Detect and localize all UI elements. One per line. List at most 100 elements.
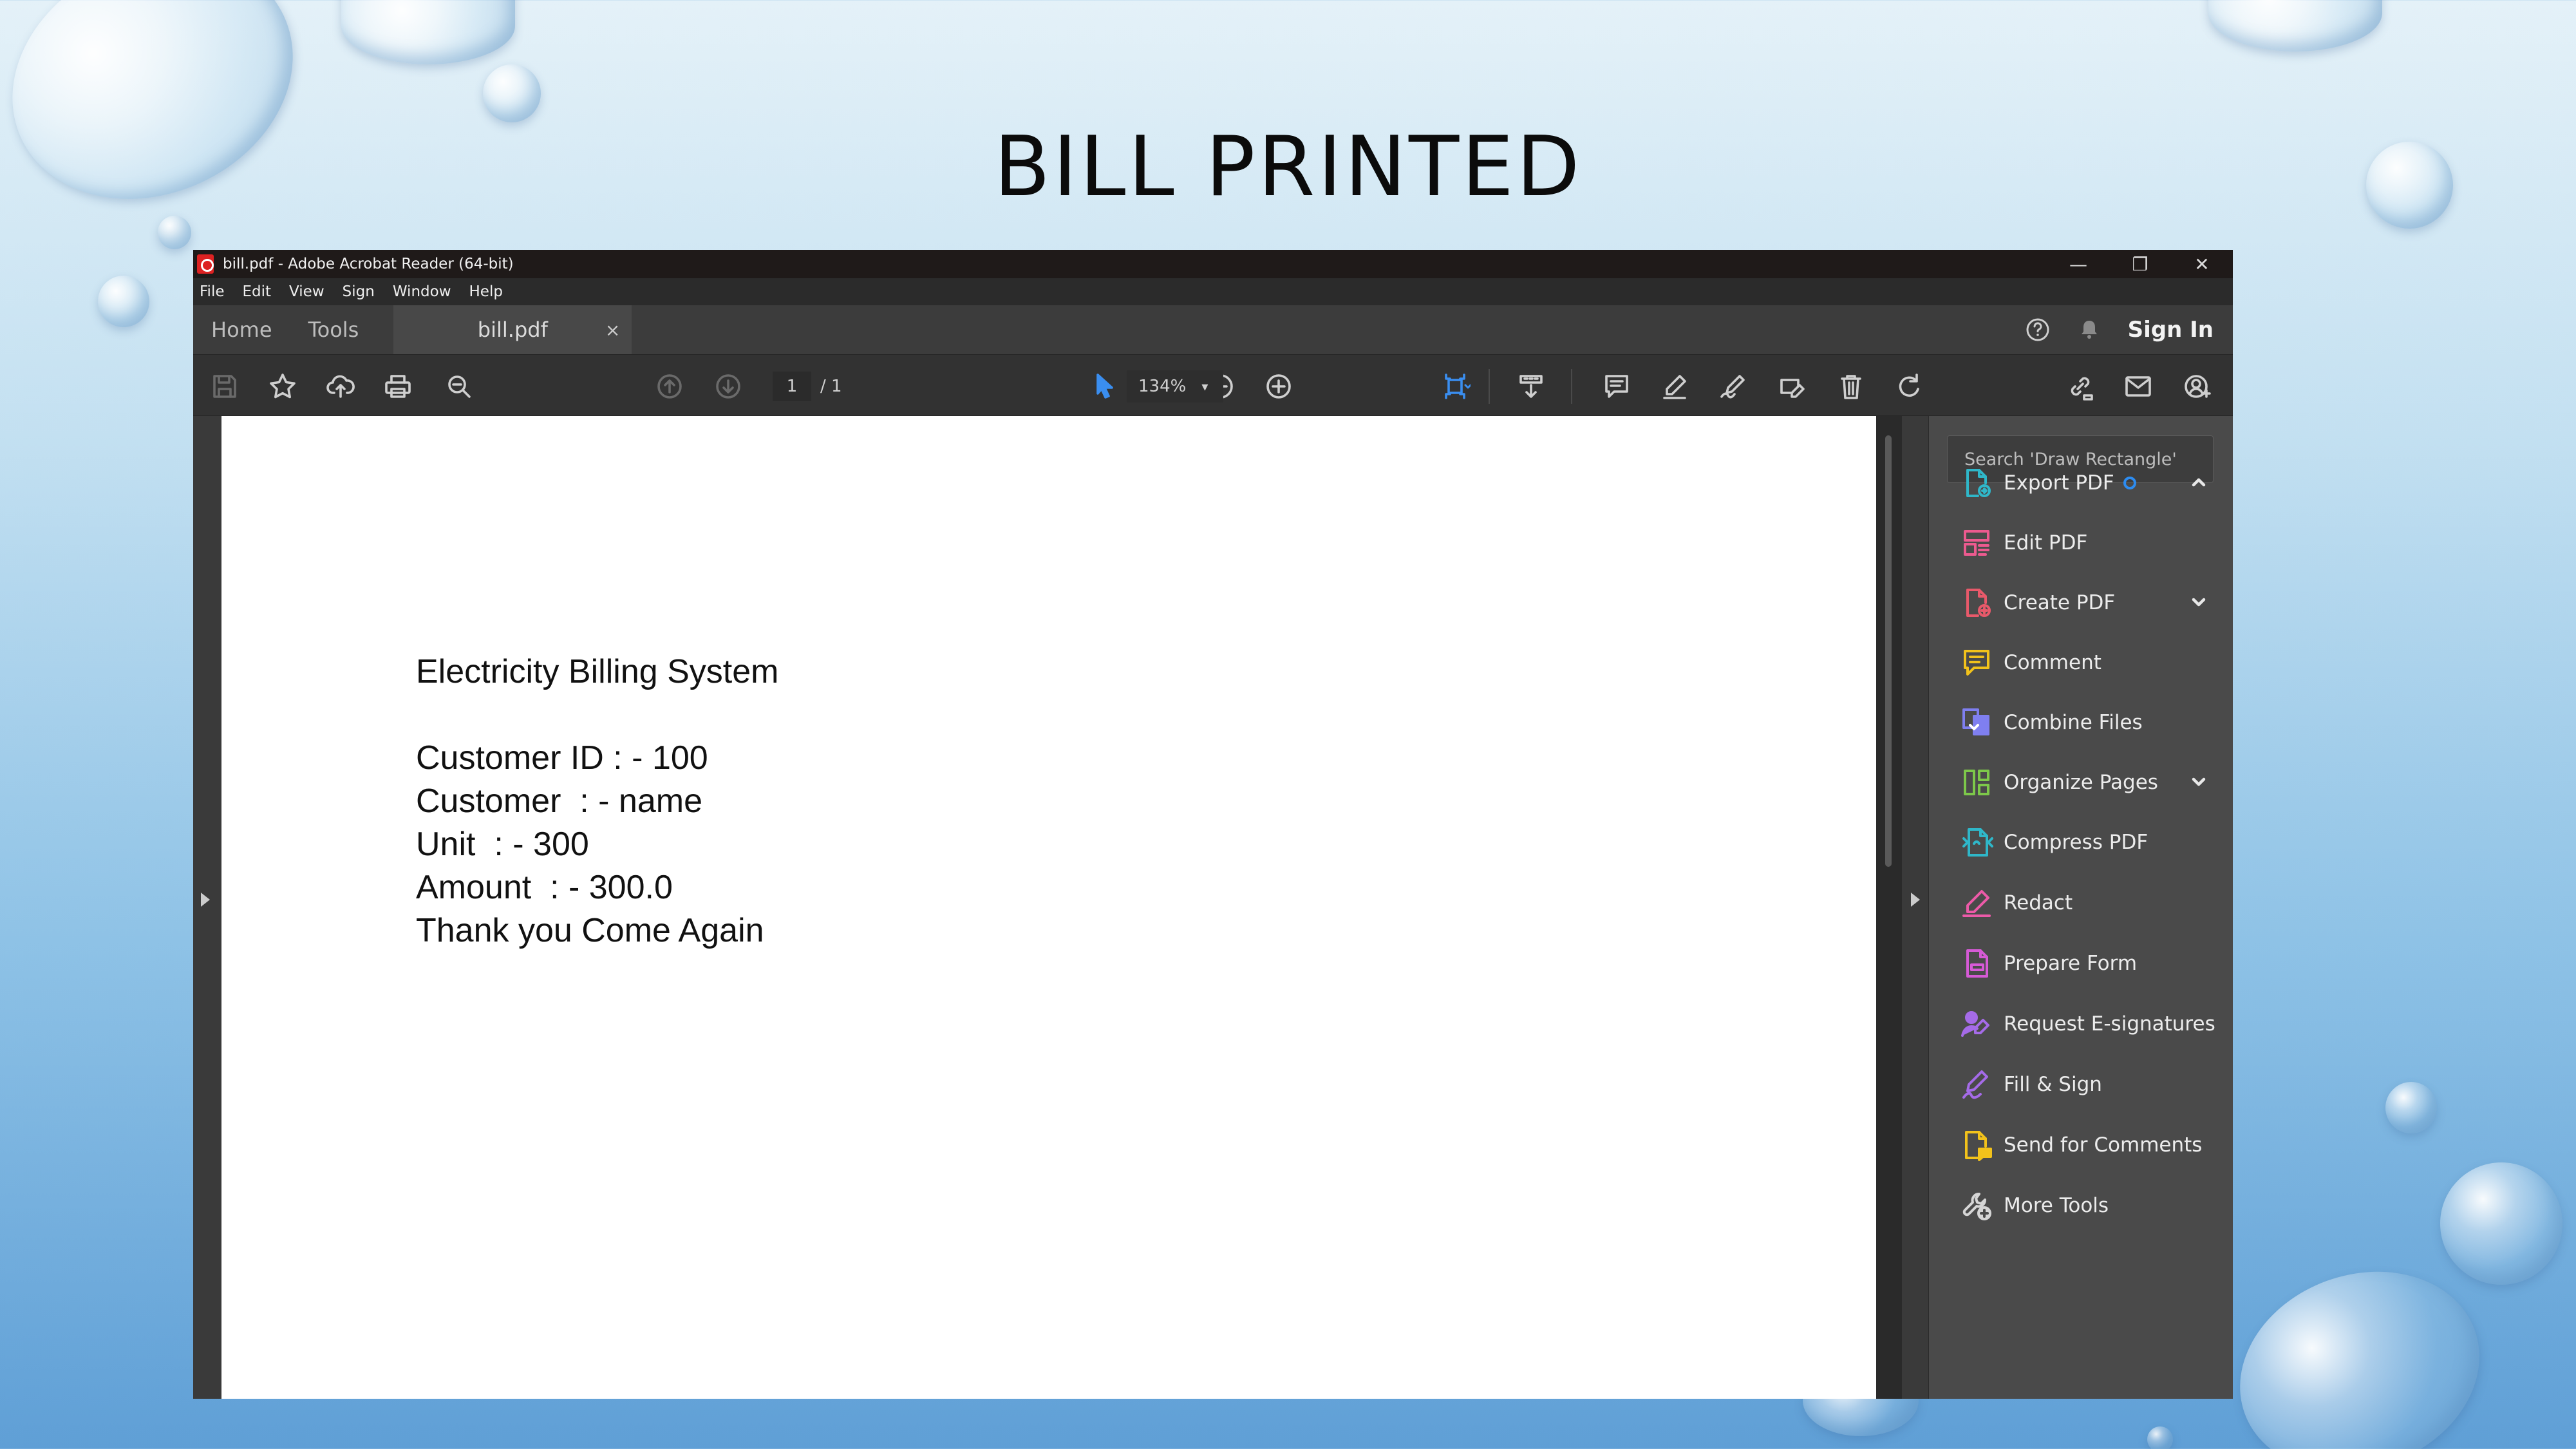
acrobat-window: bill.pdf - Adobe Acrobat Reader (64-bit)… bbox=[193, 250, 2233, 1399]
add-comment-icon[interactable] bbox=[1601, 370, 1633, 402]
upload-cloud-icon[interactable] bbox=[324, 370, 357, 402]
tab-bar: Home Tools bill.pdf × Sign In bbox=[193, 305, 2233, 354]
right-panel-toggle[interactable] bbox=[1902, 416, 1929, 1399]
vertical-scrollbar[interactable] bbox=[1876, 416, 1902, 1399]
tool-combine-files[interactable]: Combine Files bbox=[1959, 703, 2216, 742]
notification-bell-icon[interactable] bbox=[2076, 317, 2102, 343]
pdf-app-icon bbox=[197, 254, 214, 274]
zoom-level-value: 134% bbox=[1138, 377, 1187, 396]
tool-organize-pages[interactable]: Organize Pages bbox=[1959, 763, 2216, 802]
share-link-icon[interactable] bbox=[2064, 370, 2096, 402]
compress-pdf-icon bbox=[1959, 824, 1995, 860]
signature-pen-icon[interactable] bbox=[1717, 370, 1749, 402]
toolbar-separator bbox=[1489, 369, 1490, 404]
tool-label: Request E-signatures bbox=[2004, 1012, 2215, 1036]
tool-label: Organize Pages bbox=[2004, 771, 2158, 794]
scroll-mode-icon[interactable] bbox=[1515, 370, 1547, 402]
doc-line: Customer ID : - 100 bbox=[416, 739, 708, 777]
fill-sign-edit-icon[interactable] bbox=[1776, 370, 1808, 402]
doc-line: Customer : - name bbox=[416, 782, 703, 820]
tool-fill-sign[interactable]: Fill & Sign bbox=[1959, 1065, 2216, 1104]
tool-create-pdf[interactable]: Create PDF bbox=[1959, 583, 2216, 622]
water-droplet bbox=[2147, 1426, 2173, 1449]
expand-arrow-icon bbox=[201, 893, 210, 907]
print-icon[interactable] bbox=[382, 370, 414, 402]
comment-icon bbox=[1959, 645, 1995, 681]
chevron-down-icon: ▾ bbox=[1201, 379, 1208, 394]
tool-prepare-form[interactable]: Prepare Form bbox=[1959, 944, 2216, 983]
chevron-down-icon[interactable] bbox=[2189, 772, 2208, 791]
request-esignatures-icon bbox=[1959, 1006, 1995, 1042]
page-navigator: 1 / 1 bbox=[773, 370, 842, 402]
menu-sign[interactable]: Sign bbox=[343, 283, 375, 300]
tool-label: Comment bbox=[2004, 651, 2101, 674]
zoom-level-dropdown[interactable]: 134% ▾ bbox=[1127, 370, 1223, 402]
menu-window[interactable]: Window bbox=[393, 283, 451, 300]
rotate-icon[interactable] bbox=[1893, 370, 1925, 402]
tool-label: Compress PDF bbox=[2004, 831, 2148, 854]
water-droplet bbox=[483, 64, 541, 122]
prepare-form-icon bbox=[1959, 945, 1995, 981]
share-user-icon[interactable] bbox=[2181, 370, 2214, 402]
scrollbar-thumb[interactable] bbox=[1885, 435, 1892, 867]
redact-icon bbox=[1959, 885, 1995, 921]
doc-line: Unit : - 300 bbox=[416, 826, 589, 863]
toolbar-separator bbox=[1571, 369, 1572, 404]
previous-page-icon[interactable] bbox=[653, 370, 686, 402]
fit-page-icon[interactable] bbox=[1439, 370, 1471, 402]
email-icon[interactable] bbox=[2122, 370, 2154, 402]
restore-button[interactable]: ❐ bbox=[2109, 250, 2171, 278]
document-text: Electricity Billing System Customer ID :… bbox=[416, 650, 778, 952]
tool-comment[interactable]: Comment bbox=[1959, 643, 2216, 682]
tool-label: Prepare Form bbox=[2004, 952, 2138, 975]
delete-trash-icon[interactable] bbox=[1835, 370, 1867, 402]
zoom-in-icon[interactable] bbox=[1263, 370, 1295, 402]
select-cursor-icon[interactable] bbox=[1088, 370, 1120, 402]
chevron-down-icon[interactable] bbox=[2189, 592, 2208, 612]
tool-label: Combine Files bbox=[2004, 711, 2143, 734]
close-window-button[interactable]: ✕ bbox=[2171, 250, 2233, 278]
tool-edit-pdf[interactable]: Edit PDF bbox=[1959, 524, 2216, 562]
left-panel-toggle[interactable] bbox=[193, 416, 221, 1399]
pdf-page: Electricity Billing System Customer ID :… bbox=[221, 416, 1876, 1399]
menu-bar: File Edit View Sign Window Help bbox=[193, 278, 2233, 305]
save-icon[interactable] bbox=[209, 370, 241, 402]
current-page-input[interactable]: 1 bbox=[773, 372, 811, 401]
minimize-button[interactable]: — bbox=[2047, 250, 2109, 278]
tab-tools[interactable]: Tools bbox=[290, 305, 377, 354]
tab-home[interactable]: Home bbox=[193, 305, 290, 354]
sign-in-button[interactable]: Sign In bbox=[2128, 317, 2214, 343]
menu-edit[interactable]: Edit bbox=[243, 283, 272, 300]
highlight-pen-icon[interactable] bbox=[1659, 370, 1691, 402]
tools-panel: Search 'Draw Rectangle' Export PDF Edit … bbox=[1929, 416, 2233, 1399]
tool-more-tools[interactable]: More Tools bbox=[1959, 1186, 2216, 1225]
tab-document[interactable]: bill.pdf × bbox=[393, 305, 632, 354]
status-dot bbox=[2123, 477, 2136, 489]
menu-view[interactable]: View bbox=[289, 283, 324, 300]
doc-line: Amount : - 300.0 bbox=[416, 869, 673, 906]
collapse-arrow-icon bbox=[1911, 893, 1920, 907]
title-bar: bill.pdf - Adobe Acrobat Reader (64-bit)… bbox=[193, 250, 2233, 278]
main-toolbar: 1 / 1 134% ▾ bbox=[193, 354, 2233, 416]
water-droplet bbox=[2440, 1162, 2562, 1285]
tool-label: Send for Comments bbox=[2004, 1133, 2203, 1157]
bookmark-star-icon[interactable] bbox=[267, 370, 299, 402]
help-icon[interactable] bbox=[2025, 317, 2051, 343]
next-page-icon[interactable] bbox=[712, 370, 744, 402]
tool-compress-pdf[interactable]: Compress PDF bbox=[1959, 823, 2216, 862]
window-title: bill.pdf - Adobe Acrobat Reader (64-bit) bbox=[223, 256, 514, 272]
more-tools-icon bbox=[1959, 1188, 1995, 1224]
tool-export-pdf[interactable]: Export PDF bbox=[1959, 464, 2216, 502]
find-magnifier-icon[interactable] bbox=[443, 370, 475, 402]
slide-title: BILL PRINTED bbox=[993, 119, 1583, 215]
menu-help[interactable]: Help bbox=[469, 283, 503, 300]
create-pdf-icon bbox=[1959, 585, 1995, 621]
tool-label: Create PDF bbox=[2004, 591, 2116, 614]
tool-send-for-comments[interactable]: Send for Comments bbox=[1959, 1126, 2216, 1164]
menu-file[interactable]: File bbox=[200, 283, 225, 300]
close-tab-button[interactable]: × bbox=[605, 319, 620, 341]
chevron-up-icon[interactable] bbox=[2189, 473, 2208, 492]
tool-request-esignatures[interactable]: Request E-signatures bbox=[1959, 1005, 2216, 1043]
tool-label: Export PDF bbox=[2004, 471, 2114, 495]
tool-redact[interactable]: Redact bbox=[1959, 884, 2216, 922]
